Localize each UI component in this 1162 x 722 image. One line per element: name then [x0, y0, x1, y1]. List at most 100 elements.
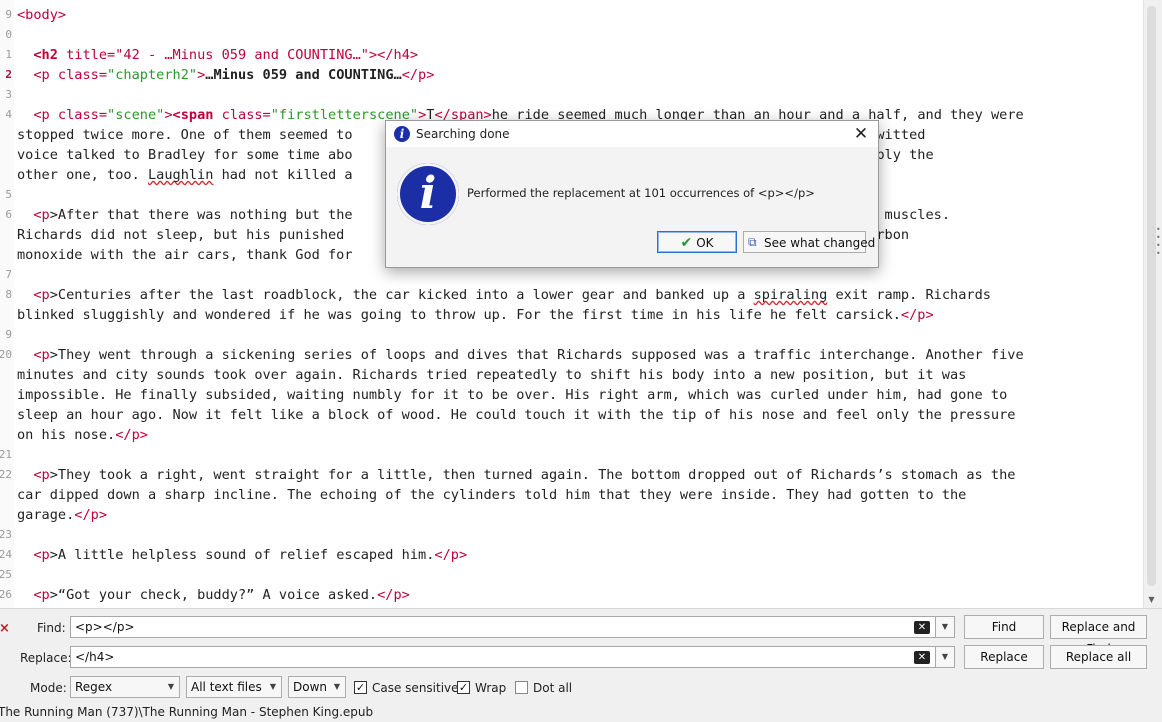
line-number: 1 [5, 48, 12, 61]
line-number: 3 [5, 88, 12, 101]
body-tag: <body> [17, 7, 67, 23]
p-close-tag: </p> [900, 307, 934, 323]
line-number: 8 [5, 288, 12, 301]
p-open-tag: <p [33, 467, 50, 483]
line-number: 26 [0, 588, 12, 601]
chevron-down-icon: ▼ [269, 682, 276, 691]
see-what-changed-label: See what changed [764, 236, 876, 250]
wrap-label: Wrap [475, 681, 507, 695]
h2-attr: title= [57, 47, 116, 63]
dot-all-label: Dot all [533, 681, 573, 695]
misspelled-word: Laughlin [147, 167, 214, 183]
compare-icon: ⧉ [748, 235, 757, 249]
line-number: 25 [0, 568, 12, 581]
find-input[interactable]: <p></p> [70, 616, 936, 638]
p-open-tag: <p [33, 347, 50, 363]
scroll-down-arrow-icon[interactable]: ▼ [1144, 593, 1159, 607]
replace-label: Replace: [20, 651, 72, 665]
line-number: 20 [0, 348, 12, 361]
direction-select[interactable]: Down ▼ [288, 676, 346, 698]
p-open-tag: <p [33, 287, 50, 303]
code-line: car dipped down a sharp incline. The ech… [17, 487, 967, 503]
splitter-grip-icon[interactable]: • • • • [1156, 226, 1162, 258]
find-replace-panel: × Find: <p></p> ✕ ▼ Find Replace and Fin… [0, 608, 1162, 722]
line-number: 4 [5, 108, 12, 121]
scene-gt: > [164, 107, 173, 123]
line-number: 21 [0, 448, 12, 461]
checkmark-icon: ✔ [680, 235, 693, 251]
h2-title-value: "42 - …Minus 059 and COUNTING…" [115, 47, 369, 63]
paragraph-text: other one, too. [17, 167, 148, 183]
dialog-titlebar[interactable]: i Searching done ✕ [386, 121, 878, 147]
line-number: 5 [5, 188, 12, 201]
h2-close-tag: ></h4> [368, 47, 419, 63]
chevron-down-icon: ▼ [333, 682, 340, 691]
ok-button[interactable]: ✔ OK [657, 231, 737, 253]
direction-value: Down [293, 680, 328, 694]
paragraph-text: blinked sluggishly and wondered if he wa… [17, 307, 901, 323]
code-line: minutes and city sounds took over again.… [17, 367, 967, 383]
code-line: monoxide with the air cars, thank God fo… [17, 247, 353, 263]
p-open-tag: <p [33, 547, 50, 563]
p-attr: class= [49, 67, 108, 83]
scrollbar-thumb[interactable] [1147, 6, 1156, 586]
span-attr: class= [213, 107, 271, 123]
code-line: <p>They went through a sickening series … [17, 345, 1023, 365]
wrap-checkbox[interactable]: ✓ [457, 681, 470, 694]
scope-select[interactable]: All text files ▼ [186, 676, 282, 698]
line-number: 0 [5, 28, 12, 41]
line-number: 24 [0, 548, 12, 561]
p-close-tag: </p> [434, 547, 468, 563]
scope-value: All text files [191, 680, 262, 694]
code-line: <body> [17, 5, 66, 25]
scene-attr: class= [49, 107, 108, 123]
find-button[interactable]: Find [964, 615, 1044, 639]
mode-value: Regex [75, 680, 113, 694]
chapter-heading-text: …Minus 059 and COUNTING… [205, 67, 402, 83]
see-what-changed-button[interactable]: ⧉ See what changed [743, 231, 875, 253]
ok-label: OK [696, 236, 714, 250]
mode-label: Mode: [30, 681, 67, 695]
code-line: <h2 title="42 - …Minus 059 and COUNTING…… [17, 45, 418, 65]
paragraph-text: >They took a right, went straight for a … [49, 467, 1016, 483]
clear-replace-icon[interactable]: ✕ [914, 651, 930, 664]
find-history-dropdown[interactable]: ▼ [935, 616, 955, 638]
h2-open-tag: <h2 [33, 47, 58, 63]
scene-class-value: "scene" [107, 107, 165, 123]
scene-p-tag: <p [33, 107, 50, 123]
mode-select[interactable]: Regex ▼ [70, 676, 180, 698]
p-open-tag: <p [33, 207, 50, 223]
p-close-tag: </p> [401, 67, 435, 83]
chevron-down-icon: ▼ [167, 682, 174, 691]
misspelled-word: spiraling [753, 287, 828, 303]
close-panel-icon[interactable]: × [0, 621, 10, 636]
close-icon[interactable]: ✕ [848, 123, 874, 145]
line-number-gutter: 9 0 1 2 3 4 5 6 7 8 9 20 21 22 23 24 25 … [0, 0, 14, 608]
replace-all-button[interactable]: Replace all [1050, 645, 1147, 669]
paragraph-text: >“Got your check, buddy?” A voice asked. [49, 587, 378, 603]
clear-find-icon[interactable]: ✕ [914, 621, 930, 634]
info-icon: i [394, 126, 410, 142]
p-class-value: "chapterh2" [107, 67, 198, 83]
searching-done-dialog: i Searching done ✕ i Performed the repla… [385, 120, 879, 268]
code-line: sleep an hour ago. Now it felt like a bl… [17, 407, 1016, 423]
dialog-message: Performed the replacement at 101 occurre… [467, 186, 815, 200]
replace-history-dropdown[interactable]: ▼ [935, 646, 955, 668]
p-open-tag: <p [33, 67, 50, 83]
current-line-number: 2 [5, 68, 12, 81]
code-line: impossible. He finally subsided, waiting… [17, 387, 1008, 403]
vertical-scrollbar[interactable]: ▼ [1143, 0, 1159, 608]
dot-all-checkbox[interactable] [515, 681, 528, 694]
line-number: 23 [0, 528, 12, 541]
p-close-tag: </p> [377, 587, 410, 603]
code-line: blinked sluggishly and wondered if he wa… [17, 305, 934, 325]
code-line: on his nose.</p> [17, 425, 148, 445]
code-editor[interactable]: 9 0 1 2 3 4 5 6 7 8 9 20 21 22 23 24 25 … [0, 0, 1143, 608]
replace-input[interactable]: </h4> [70, 646, 936, 668]
find-label: Find: [37, 621, 66, 635]
replace-button[interactable]: Replace [964, 645, 1044, 669]
information-icon: i [397, 163, 459, 225]
replace-and-find-button[interactable]: Replace and Find [1050, 615, 1147, 656]
p-close-tag: </p> [115, 427, 148, 443]
case-sensitive-checkbox[interactable]: ✓ [354, 681, 367, 694]
